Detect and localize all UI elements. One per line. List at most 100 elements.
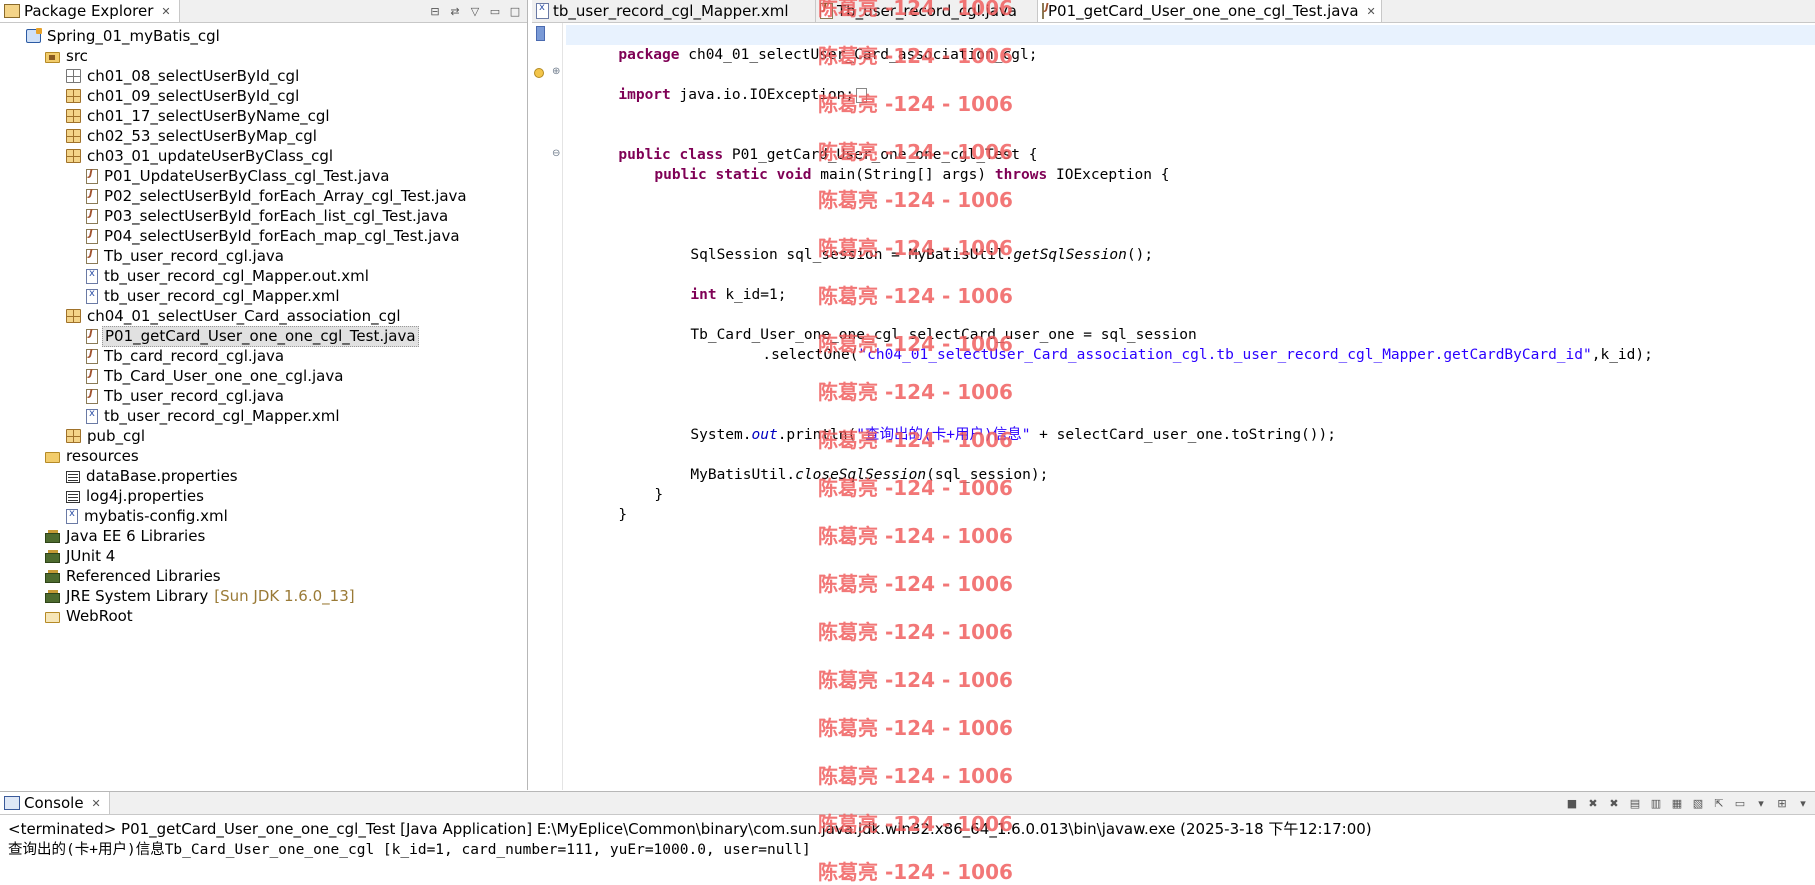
tree-item-package[interactable]: ch01_09_selectUserById_cgl <box>66 86 301 106</box>
console-toolbar: ■ ✖ ✖ ▤ ▥ ▦ ▧ ⇱ ▭ ▾ ⊞ ▾ <box>1564 795 1811 811</box>
explorer-toolbar: ⊟ ⇄ ▽ ▭ □ <box>427 3 523 19</box>
editor-tab[interactable]: tb_user_record_cgl_Mapper.xml <box>532 0 816 22</box>
tree-item-xml-file[interactable]: tb_user_record_cgl_Mapper.xml <box>86 406 342 426</box>
show-on-output-icon[interactable]: ▦ <box>1669 795 1685 811</box>
java-file-icon <box>86 228 98 244</box>
tree-item-library[interactable]: Java EE 6 Libraries <box>45 526 207 546</box>
tree-item-java-file[interactable]: P03_selectUserById_forEach_list_cgl_Test… <box>86 206 450 226</box>
collapse-all-icon[interactable]: ⊟ <box>427 3 443 19</box>
remove-launch-icon[interactable]: ✖ <box>1585 795 1601 811</box>
library-icon <box>45 550 60 563</box>
console-output: 查询出的(卡+用户)信息Tb_Card_User_one_one_cgl [k_… <box>8 842 811 858</box>
open-console-icon[interactable]: ⊞ <box>1774 795 1790 811</box>
minimize-icon[interactable]: ▭ <box>487 3 503 19</box>
tree-item-java-file[interactable]: P01_UpdateUserByClass_cgl_Test.java <box>86 166 391 186</box>
tree-item-package[interactable]: ch01_17_selectUserByName_cgl <box>66 106 332 126</box>
library-icon <box>45 530 60 543</box>
code-line: int k_id=1; <box>690 287 787 303</box>
properties-file-icon <box>66 491 80 503</box>
package-icon <box>66 89 81 103</box>
display-console-icon[interactable]: ▭ <box>1732 795 1748 811</box>
folder-icon <box>45 451 60 463</box>
tree-item-package[interactable]: pub_cgl <box>66 426 147 446</box>
editor-tab-active[interactable]: P01_getCard_User_one_one_cgl_Test.java ✕ <box>1038 0 1382 22</box>
tree-item-java-file[interactable]: Tb_card_record_cgl.java <box>86 346 286 366</box>
xml-file-icon <box>66 508 78 524</box>
console-view: Console ✕ ■ ✖ ✖ ▤ ▥ ▦ ▧ ⇱ ▭ ▾ ⊞ ▾ <termi… <box>0 791 1815 884</box>
package-icon <box>66 129 81 143</box>
maximize-icon[interactable]: □ <box>507 3 523 19</box>
tree-item-java-file[interactable]: Tb_user_record_cgl.java <box>86 386 286 406</box>
editor-ruler: ⊕ ⊖ <box>532 23 563 790</box>
tree-item-xml-file[interactable]: tb_user_record_cgl_Mapper.xml <box>86 286 342 306</box>
tree-item-library[interactable]: JUnit 4 <box>45 546 117 566</box>
tree-item-folder[interactable]: WebRoot <box>45 606 135 626</box>
pin-console-icon[interactable]: ⇱ <box>1711 795 1727 811</box>
tree-item-package[interactable]: ch03_01_updateUserByClass_cgl <box>66 146 335 166</box>
tree-item-package[interactable]: ch02_53_selectUserByMap_cgl <box>66 126 319 146</box>
code-area[interactable]: package ch04_01_selectUser_Card_associat… <box>566 24 1815 790</box>
tree-item-properties-file[interactable]: dataBase.properties <box>66 466 240 486</box>
current-line-marker <box>536 26 545 41</box>
clear-console-icon[interactable]: ▤ <box>1627 795 1643 811</box>
link-with-editor-icon[interactable]: ⇄ <box>447 3 463 19</box>
dropdown-icon[interactable]: ▾ <box>1795 795 1811 811</box>
tree-item-folder[interactable]: resources <box>45 446 141 466</box>
tree-item-project[interactable]: Spring_01_myBatis_cgl <box>26 26 222 46</box>
editor-tabbar: tb_user_record_cgl_Mapper.xml Tb_user_re… <box>532 0 1815 23</box>
java-file-icon <box>86 168 98 184</box>
java-file-icon <box>1042 2 1049 19</box>
java-file-icon <box>86 388 98 404</box>
code-line: .selectOne("ch04_01_selectUser_Card_asso… <box>762 347 1653 363</box>
close-icon[interactable]: ✕ <box>1367 5 1376 18</box>
tree-item-xml-file[interactable]: mybatis-config.xml <box>66 506 230 526</box>
code-line: import java.io.IOException; <box>566 65 868 103</box>
package-explorer-icon <box>4 4 20 18</box>
tree-item-java-file[interactable]: Tb_Card_User_one_one_cgl.java <box>86 366 345 386</box>
tree-item-package[interactable]: ch04_01_selectUser_Card_association_cgl <box>66 306 403 326</box>
tree-item-java-file[interactable]: P04_selectUserById_forEach_map_cgl_Test.… <box>86 226 462 246</box>
java-editor: tb_user_record_cgl_Mapper.xml Tb_user_re… <box>532 0 1815 790</box>
xml-file-icon <box>536 2 549 19</box>
tree-item-java-file[interactable]: P02_selectUserById_forEach_Array_cgl_Tes… <box>86 186 469 206</box>
code-line: SqlSession sql_session = MyBatisUtil.get… <box>690 247 1154 263</box>
code-line: public class P01_getCard_User_one_one_cg… <box>618 147 1038 163</box>
view-menu-icon[interactable]: ▽ <box>467 3 483 19</box>
package-explorer-tab[interactable]: Package Explorer ✕ <box>0 0 180 22</box>
console-tab[interactable]: Console ✕ <box>0 792 110 814</box>
dropdown-icon[interactable]: ▾ <box>1753 795 1769 811</box>
tree-item-package[interactable]: ch01_08_selectUserById_cgl <box>66 66 301 86</box>
project-icon <box>26 28 42 43</box>
console-icon <box>4 796 20 810</box>
explorer-tabbar: Package Explorer ✕ ⊟ ⇄ ▽ ▭ □ <box>0 0 527 23</box>
editor-tab[interactable]: Tb_user_record_cgl.java <box>816 0 1038 22</box>
code-line: public static void main(String[] args) t… <box>654 167 1170 183</box>
close-icon[interactable]: ✕ <box>92 797 101 810</box>
scroll-lock-icon[interactable]: ▥ <box>1648 795 1664 811</box>
tree-item-properties-file[interactable]: log4j.properties <box>66 486 206 506</box>
console-tabbar: Console ✕ ■ ✖ ✖ ▤ ▥ ▦ ▧ ⇱ ▭ ▾ ⊞ ▾ <box>0 792 1815 815</box>
xml-file-icon <box>86 288 98 304</box>
tree-item-xml-file[interactable]: tb_user_record_cgl_Mapper.out.xml <box>86 266 371 286</box>
java-file-icon <box>86 248 98 264</box>
close-icon[interactable]: ✕ <box>161 5 170 18</box>
tree-item-java-file[interactable]: Tb_user_record_cgl.java <box>86 246 286 266</box>
tree-item-java-file-selected[interactable]: P01_getCard_User_one_one_cgl_Test.java <box>86 325 419 347</box>
java-file-icon <box>820 2 833 19</box>
jre-version-note: [Sun JDK 1.6.0_13] <box>214 587 355 605</box>
folded-imports-icon[interactable] <box>856 87 868 103</box>
code-line: Tb_Card_User_one_one_cgl selectCard_user… <box>690 327 1197 343</box>
code-line: MyBatisUtil.closeSqlSession(sql_session)… <box>690 467 1049 483</box>
remove-all-terminated-icon[interactable]: ✖ <box>1606 795 1622 811</box>
show-on-error-icon[interactable]: ▧ <box>1690 795 1706 811</box>
tree-item-library[interactable]: JRE System Library [Sun JDK 1.6.0_13] <box>45 586 355 606</box>
source-folder-icon <box>45 51 60 63</box>
package-icon <box>66 429 81 443</box>
terminate-icon[interactable]: ■ <box>1564 795 1580 811</box>
warning-icon[interactable] <box>534 68 544 78</box>
expand-icon[interactable]: ⊕ <box>552 66 560 77</box>
tree-item-library[interactable]: Referenced Libraries <box>45 566 223 586</box>
collapse-icon[interactable]: ⊖ <box>552 148 560 159</box>
tree-item-src[interactable]: src <box>45 46 90 66</box>
empty-package-icon <box>66 69 81 83</box>
